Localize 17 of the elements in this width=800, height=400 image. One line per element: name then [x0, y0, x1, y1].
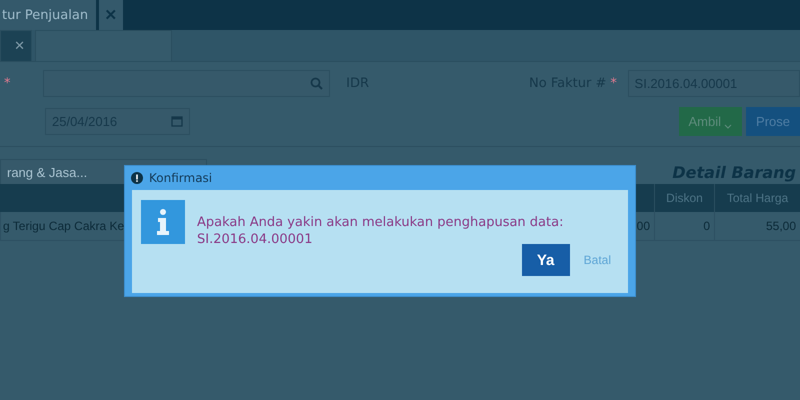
- tab[interactable]: ✕: [0, 30, 32, 62]
- required-mark: *: [3, 76, 12, 90]
- alert-icon: [131, 172, 143, 184]
- cancel-link[interactable]: Batal: [584, 253, 611, 267]
- tab[interactable]: [35, 30, 172, 62]
- info-icon: [141, 200, 185, 244]
- tab[interactable]: tur Penjualan: [0, 0, 96, 30]
- close-icon[interactable]: ✕: [14, 38, 25, 54]
- close-button[interactable]: ✕: [99, 0, 124, 30]
- process-button[interactable]: Prose: [746, 106, 800, 136]
- calendar-icon: [171, 115, 183, 127]
- dropdown-button[interactable]: Ambil: [678, 106, 742, 136]
- search-icon: [310, 76, 324, 90]
- caret-icon: [724, 124, 732, 128]
- yes-button[interactable]: Ya: [522, 244, 570, 276]
- required-mark: *: [610, 76, 618, 90]
- customer-field[interactable]: [43, 70, 330, 96]
